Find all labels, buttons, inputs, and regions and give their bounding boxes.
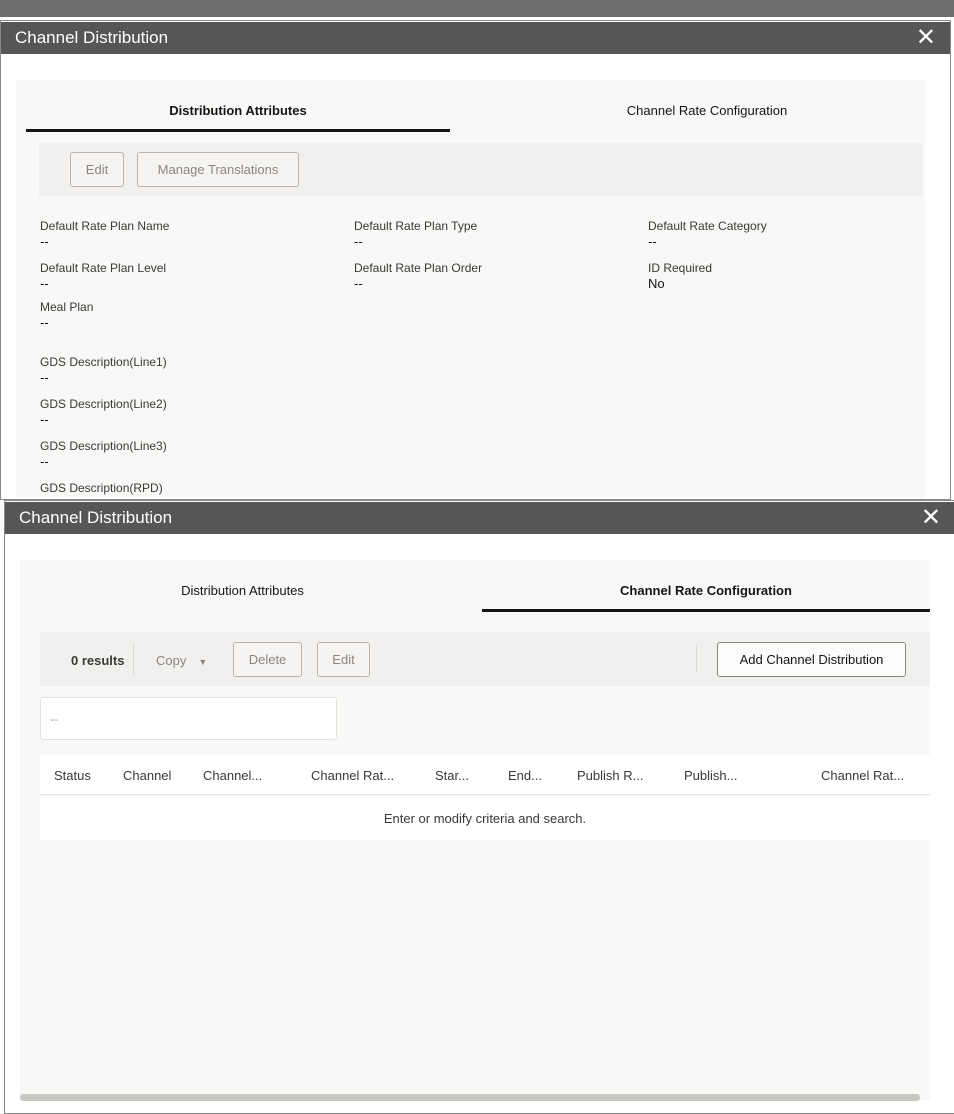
table-header [40, 755, 930, 795]
field-value: -- [40, 276, 49, 291]
search-value: -- [50, 712, 58, 726]
field-label: Default Rate Plan Order [354, 261, 483, 275]
empty-message: Enter or modify criteria and search. [383, 811, 587, 826]
copy-label: Copy [156, 653, 187, 668]
field-label: GDS Description(Line3) [40, 439, 167, 453]
dialog-title: Channel Distribution [19, 508, 173, 527]
dialog-title: Channel Distribution [15, 28, 169, 47]
close-icon[interactable]: ✕ [921, 506, 941, 530]
column-header-channel[interactable]: Channel [123, 768, 171, 783]
background-app-strip [0, 0, 954, 17]
tab-channel-rate-configuration[interactable]: Channel Rate Configuration [482, 583, 930, 598]
field-value: -- [40, 454, 49, 469]
field-label: ID Required [648, 261, 713, 275]
manage-translations-button[interactable]: Manage Translations [137, 152, 299, 187]
column-header-publish-rate[interactable]: Publish R... [577, 768, 643, 783]
field-label: GDS Description(Line1) [40, 355, 167, 369]
field-label: Meal Plan [40, 300, 94, 314]
field-label: GDS Description(RPD) [40, 481, 163, 495]
delete-button[interactable]: Delete [233, 642, 302, 677]
edit-button[interactable]: Edit [70, 152, 124, 187]
field-label: Default Rate Category [648, 219, 767, 233]
active-tab-underline [26, 129, 450, 132]
empty-table-row: Enter or modify criteria and search. [40, 796, 930, 840]
add-channel-distribution-button[interactable]: Add Channel Distribution [717, 642, 906, 677]
field-value: -- [40, 315, 49, 330]
column-header-channel-rate-2[interactable]: Channel Rat... [821, 768, 904, 783]
tab-distribution-attributes[interactable]: Distribution Attributes [26, 103, 450, 118]
copy-menu-button[interactable]: Copy ▼ [156, 653, 207, 668]
tab-channel-rate-configuration[interactable]: Channel Rate Configuration [480, 103, 934, 118]
results-count: 0 results [71, 653, 125, 668]
column-header-end[interactable]: End... [508, 768, 542, 783]
tab-distribution-attributes[interactable]: Distribution Attributes [20, 583, 465, 598]
toolbar-divider [133, 643, 134, 675]
toolbar-divider [696, 645, 697, 673]
column-header-status[interactable]: Status [54, 768, 91, 783]
field-label: Default Rate Plan Name [40, 219, 170, 233]
field-label: Default Rate Plan Level [40, 261, 167, 275]
horizontal-scrollbar[interactable] [20, 1094, 920, 1101]
field-value: -- [354, 276, 363, 291]
field-label: Default Rate Plan Type [354, 219, 478, 233]
field-value: -- [40, 412, 49, 427]
search-input[interactable]: -- [40, 697, 337, 740]
field-label: GDS Description(Line2) [40, 397, 167, 411]
field-value: -- [40, 234, 49, 249]
column-header-channel-2[interactable]: Channel... [203, 768, 262, 783]
close-icon[interactable]: ✕ [916, 26, 936, 50]
active-tab-underline [482, 609, 930, 612]
field-value: -- [354, 234, 363, 249]
field-value: -- [40, 370, 49, 385]
dialog-titlebar: Channel Distribution ✕ [1, 22, 950, 54]
field-value: -- [648, 234, 657, 249]
dialog-titlebar: Channel Distribution ✕ [5, 502, 954, 534]
column-header-start[interactable]: Star... [435, 768, 469, 783]
chevron-down-icon: ▼ [198, 657, 208, 667]
column-header-channel-rate[interactable]: Channel Rat... [311, 768, 394, 783]
field-value: No [648, 276, 665, 291]
edit-button[interactable]: Edit [317, 642, 370, 677]
column-header-publish[interactable]: Publish... [684, 768, 737, 783]
